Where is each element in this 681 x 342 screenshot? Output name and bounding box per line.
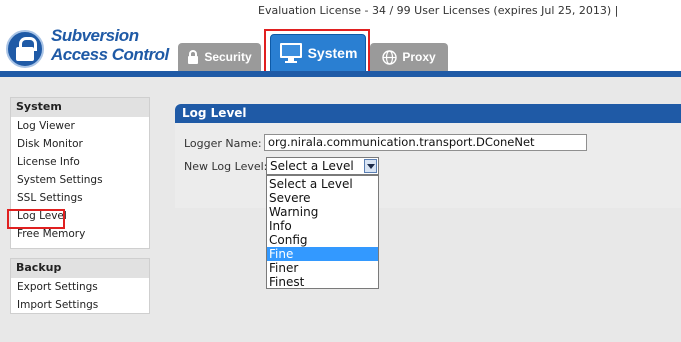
- tab-security[interactable]: Security: [178, 43, 261, 71]
- logger-name-label: Logger Name:: [184, 137, 262, 150]
- sidebar-item-import-settings[interactable]: Import Settings: [11, 296, 149, 314]
- tab-proxy[interactable]: Proxy: [370, 43, 448, 71]
- tab-label: Proxy: [402, 50, 436, 64]
- option-select-a-level[interactable]: Select a Level: [267, 177, 378, 191]
- tab-label: Security: [204, 50, 252, 64]
- option-severe[interactable]: Severe: [267, 191, 378, 205]
- lock-icon: [188, 50, 199, 64]
- sidebar-item-disk-monitor[interactable]: Disk Monitor: [11, 135, 149, 153]
- sidebar-item-ssl-settings[interactable]: SSL Settings: [11, 189, 149, 207]
- app-logo[interactable]: Subversion Access Control: [6, 26, 186, 72]
- sidebar-item-system-settings[interactable]: System Settings: [11, 171, 149, 189]
- license-info: Evaluation License - 34 / 99 User Licens…: [258, 4, 619, 17]
- sidebar-backup-section: Backup Export Settings Import Settings: [10, 258, 150, 314]
- lock-logo-icon: [6, 30, 44, 68]
- option-fine[interactable]: Fine: [267, 247, 378, 261]
- option-warning[interactable]: Warning: [267, 205, 378, 219]
- option-config[interactable]: Config: [267, 233, 378, 247]
- logo-text: Subversion Access Control: [51, 26, 169, 64]
- option-finer[interactable]: Finer: [267, 261, 378, 275]
- log-level-select[interactable]: Select a Level: [266, 157, 379, 175]
- logger-name-input[interactable]: org.nirala.communication.transport.DCone…: [264, 134, 587, 151]
- log-level-highlight: [7, 209, 65, 229]
- log-level-dropdown: Select a Level Severe Warning Info Confi…: [266, 175, 379, 289]
- chevron-down-icon[interactable]: [364, 159, 377, 173]
- globe-icon: [382, 49, 398, 65]
- option-finest[interactable]: Finest: [267, 275, 378, 289]
- sidebar-item-license-info[interactable]: License Info: [11, 153, 149, 171]
- sidebar-section-title: Backup: [11, 259, 149, 278]
- option-info[interactable]: Info: [267, 219, 378, 233]
- new-log-level-label: New Log Level:: [184, 160, 268, 173]
- select-value: Select a Level: [270, 159, 354, 173]
- sidebar-item-log-viewer[interactable]: Log Viewer: [11, 117, 149, 135]
- sidebar-section-title: System: [11, 98, 149, 117]
- panel-title: Log Level: [175, 104, 681, 123]
- sidebar-item-export-settings[interactable]: Export Settings: [11, 278, 149, 296]
